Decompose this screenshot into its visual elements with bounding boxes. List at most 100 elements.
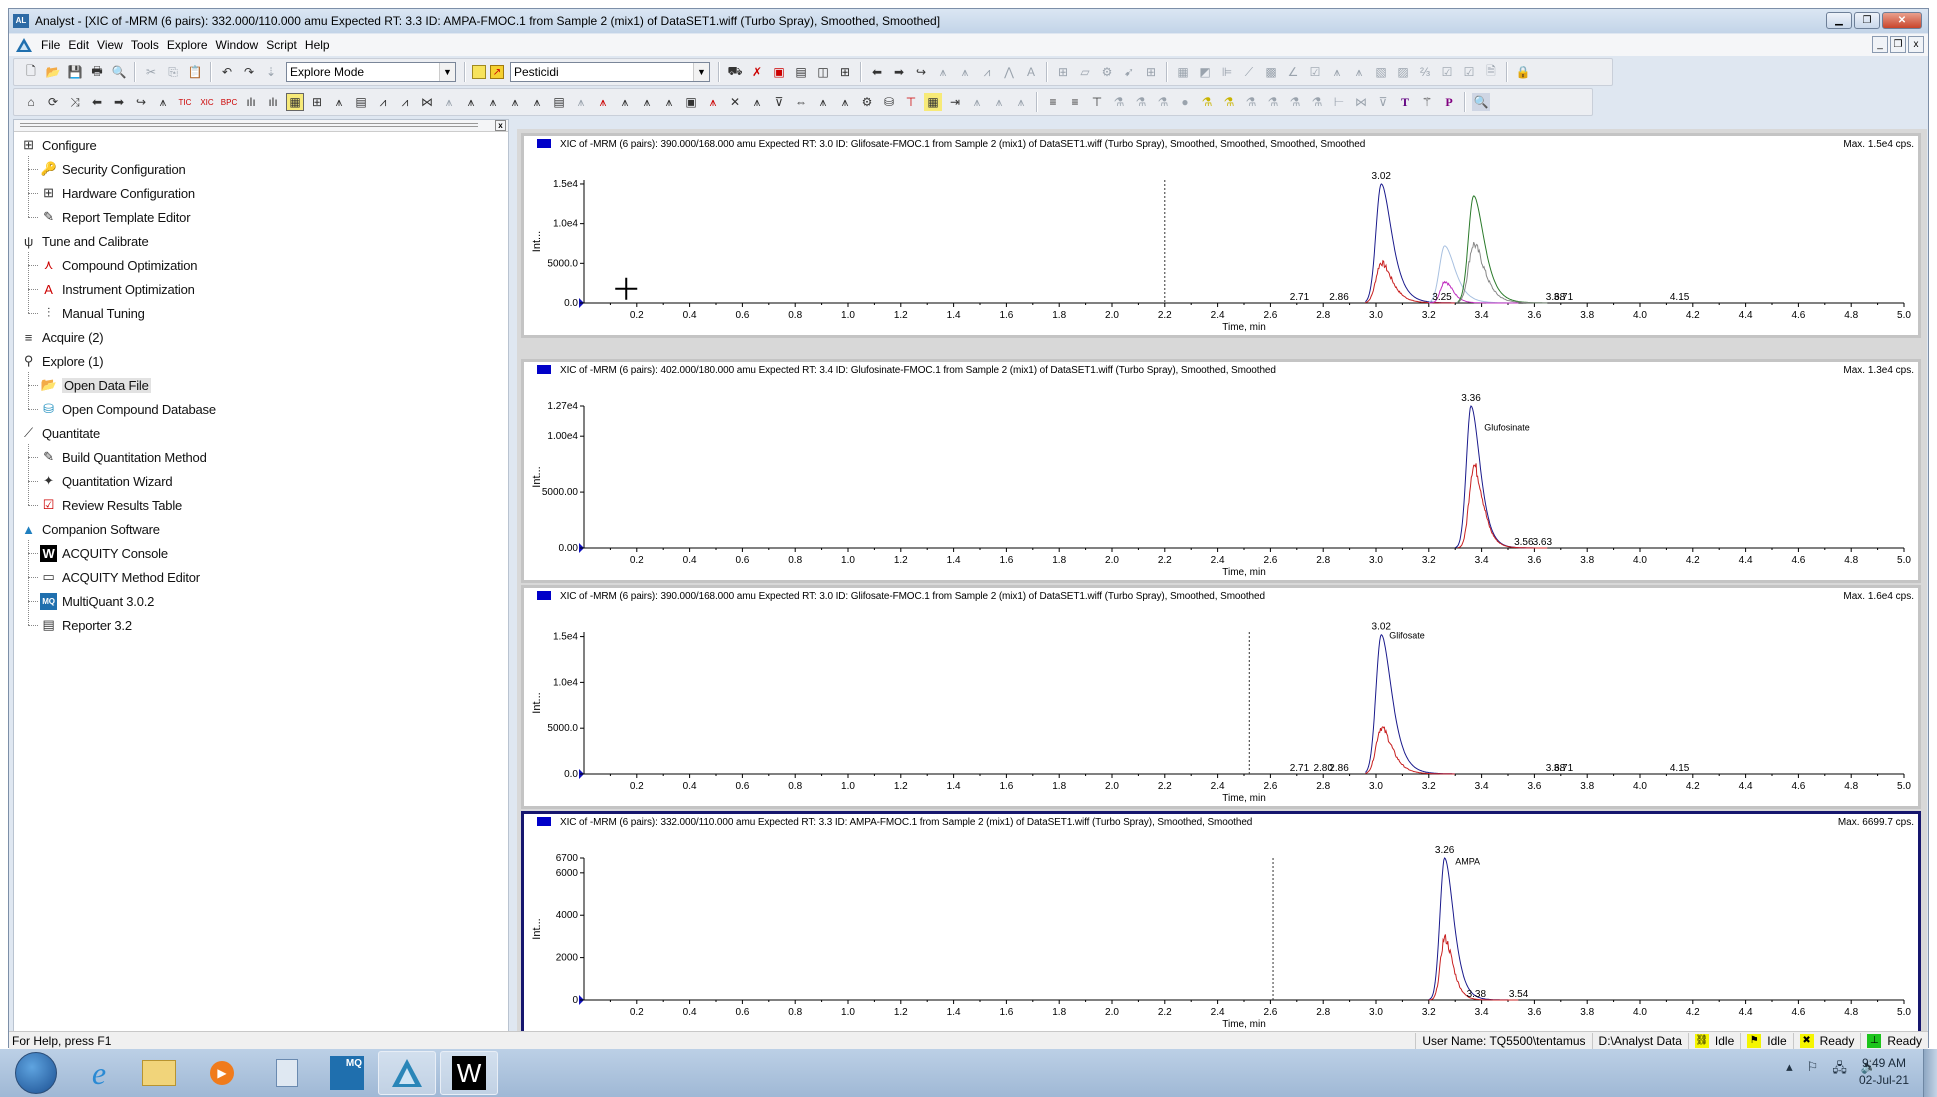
taskbar-acquity[interactable]: W: [440, 1051, 498, 1095]
spectrum-tool-icon[interactable]: ⩚: [616, 93, 634, 111]
spectrum-tool-icon[interactable]: ⇥: [946, 93, 964, 111]
layout-icon[interactable]: ⚙: [1098, 63, 1116, 81]
pane-split-icon[interactable]: ◫: [814, 63, 832, 81]
layout-icon[interactable]: ▱: [1076, 63, 1094, 81]
project-select[interactable]: Pesticidi ▼: [510, 62, 710, 82]
chromatogram-panel[interactable]: XIC of -MRM (6 pairs): 390.000/168.000 a…: [521, 133, 1921, 338]
spectrum-tool-icon[interactable]: ▤: [352, 93, 370, 111]
chromatogram-panel[interactable]: XIC of -MRM (6 pairs): 402.000/180.000 a…: [521, 359, 1921, 583]
flask-icon[interactable]: ⚗: [1110, 93, 1128, 111]
flask-icon[interactable]: ⚗: [1264, 93, 1282, 111]
chromatogram-plot[interactable]: 0.2 0.4 0.6 0.8 1.0 1.2 1.4 1.6 1.8 2.0 2.2 2.4 2.6 2…: [524, 588, 1918, 806]
chromatogram-panel[interactable]: XIC of -MRM (6 pairs): 332.000/110.000 a…: [521, 811, 1921, 1035]
flask-icon[interactable]: ⚗: [1286, 93, 1304, 111]
nav-item-manual-tuning[interactable]: ⫶ Manual Tuning: [40, 302, 145, 324]
menu-tools[interactable]: Tools: [127, 38, 163, 52]
nav-group-tune-and-calibrate[interactable]: ψ Tune and Calibrate: [20, 230, 149, 252]
paste-icon[interactable]: 📋: [186, 63, 204, 81]
link-icon[interactable]: ⤨: [66, 93, 84, 111]
nav-item-acquity-method-editor[interactable]: ▭ ACQUITY Method Editor: [40, 566, 200, 588]
back-arrow-icon[interactable]: ⬅: [868, 63, 886, 81]
redo-icon[interactable]: ↷: [240, 63, 258, 81]
flask-icon[interactable]: ⚗: [1154, 93, 1172, 111]
spectrum-tool-icon[interactable]: ⊽: [770, 93, 788, 111]
nav-item-report-template-editor[interactable]: ✎ Report Template Editor: [40, 206, 190, 228]
refresh-icon[interactable]: ⟳: [44, 93, 62, 111]
spectrum-tool-icon[interactable]: ⩚: [594, 93, 612, 111]
spectrum-tool-icon[interactable]: ⩚: [748, 93, 766, 111]
spectrum-tool-icon[interactable]: ⇔: [792, 93, 810, 111]
nav-item-multiquant-3-0-2[interactable]: MQ MultiQuant 3.0.2: [40, 590, 154, 612]
spectrum-tool-icon[interactable]: ⩚: [1012, 93, 1030, 111]
quant-tool-icon[interactable]: ▧: [1372, 63, 1390, 81]
status-cell-2[interactable]: ⚑ Idle: [1740, 1032, 1792, 1049]
tic-icon[interactable]: TIC: [176, 93, 194, 111]
spectrum-icon[interactable]: ⩚: [154, 93, 172, 111]
nav-group-explore[interactable]: ⚲ Explore (1): [20, 350, 104, 372]
show-desktop-button[interactable]: [1923, 1049, 1937, 1097]
back-arrow-icon[interactable]: ⬅: [88, 93, 106, 111]
lock-file-icon[interactable]: ▣: [770, 63, 788, 81]
chromatogram-plot[interactable]: 0.2 0.4 0.6 0.8 1.0 1.2 1.4 1.6 1.8 2.0 2.2 2.4 2.6 2…: [524, 362, 1918, 580]
pane-top-icon[interactable]: ▤: [792, 63, 810, 81]
status-cell-3[interactable]: ✖ Ready: [1792, 1032, 1861, 1049]
quant-tool-icon[interactable]: ⅔: [1416, 63, 1434, 81]
open-icon[interactable]: 📂: [44, 63, 62, 81]
nav-item-hardware-configuration[interactable]: ⊞ Hardware Configuration: [40, 182, 195, 204]
nav-item-quantitation-wizard[interactable]: ✦ Quantitation Wizard: [40, 470, 172, 492]
spectrum-tool-icon[interactable]: ⩚: [484, 93, 502, 111]
flask-icon[interactable]: ⚗: [1198, 93, 1216, 111]
down-arrow-icon[interactable]: ⇣: [262, 63, 280, 81]
menu-edit[interactable]: Edit: [64, 38, 93, 52]
spectrum-tool-icon[interactable]: ⊞: [308, 93, 326, 111]
nav-group-acquire[interactable]: ≡ Acquire (2): [20, 326, 104, 348]
spectrum-tool-icon[interactable]: ▦: [924, 93, 942, 111]
acquire-tool-icon[interactable]: ≡: [1044, 93, 1062, 111]
spectrum-tool-icon[interactable]: ▤: [550, 93, 568, 111]
flask-icon[interactable]: ⚗: [1242, 93, 1260, 111]
peak-tool-icon[interactable]: ⋀: [1000, 63, 1018, 81]
layout-icon[interactable]: ➹: [1120, 63, 1138, 81]
curved-arrow-icon[interactable]: ↪: [132, 93, 150, 111]
nav-item-reporter-3-2[interactable]: ▤ Reporter 3.2: [40, 614, 132, 636]
spectrum-tool-icon[interactable]: ✕: [726, 93, 744, 111]
quant-tool-icon[interactable]: ⩚: [1350, 63, 1368, 81]
taskbar-multiquant[interactable]: MQ: [318, 1051, 376, 1095]
status-cell-4[interactable]: ⊥ Ready: [1860, 1032, 1928, 1049]
lock-icon[interactable]: 🔒: [1514, 63, 1532, 81]
mdi-close-button[interactable]: x: [1908, 36, 1924, 53]
quant-tool-icon[interactable]: ▩: [1262, 63, 1280, 81]
spectrum-tool-icon[interactable]: ⩚: [968, 93, 986, 111]
spectrum-tool-icon[interactable]: ⩚: [330, 93, 348, 111]
spectrum-tool-icon[interactable]: ⩚: [638, 93, 656, 111]
quant-tool-icon[interactable]: ⟋: [1240, 63, 1258, 81]
spectrum-tool-icon[interactable]: ▣: [682, 93, 700, 111]
nav-group-configure[interactable]: ⊞ Configure: [20, 134, 97, 156]
truck-icon[interactable]: ⛟: [726, 63, 744, 81]
menu-view[interactable]: View: [93, 38, 127, 52]
nav-group-quantitate[interactable]: ⟋ Quantitate: [20, 422, 100, 444]
bpc-icon[interactable]: BPC: [220, 93, 238, 111]
spectrum-tool-icon[interactable]: ⋈: [418, 93, 436, 111]
flask-icon[interactable]: ⚗: [1220, 93, 1238, 111]
wand-icon[interactable]: ⚚: [1418, 93, 1436, 111]
spectrum-tool-icon[interactable]: ⩚: [990, 93, 1008, 111]
delete-icon[interactable]: ✗: [748, 63, 766, 81]
peak-tool-icon[interactable]: A: [1022, 63, 1040, 81]
database-icon[interactable]: ⛁: [880, 93, 898, 111]
quant-tool-icon[interactable]: ∠: [1284, 63, 1302, 81]
close-button[interactable]: ✕: [1882, 12, 1922, 29]
spectrum-tool-icon[interactable]: ⩘: [374, 93, 392, 111]
undo-icon[interactable]: ↶: [218, 63, 236, 81]
copy-icon[interactable]: ⎘: [164, 63, 182, 81]
spectrum-tool-icon[interactable]: ⩚: [814, 93, 832, 111]
quant-tool-icon[interactable]: ◩: [1196, 63, 1214, 81]
flask-icon[interactable]: ⚗: [1308, 93, 1326, 111]
p-tool-icon[interactable]: P: [1440, 93, 1458, 111]
quant-tool-icon[interactable]: ▦: [1174, 63, 1192, 81]
mode-select[interactable]: Explore Mode ▼: [286, 62, 456, 82]
status-cell-1[interactable]: ⛓ Idle: [1687, 1032, 1740, 1049]
spectrum-tool-icon[interactable]: ⊤: [902, 93, 920, 111]
menu-help[interactable]: Help: [301, 38, 334, 52]
mdi-minimize-button[interactable]: _: [1872, 36, 1888, 53]
